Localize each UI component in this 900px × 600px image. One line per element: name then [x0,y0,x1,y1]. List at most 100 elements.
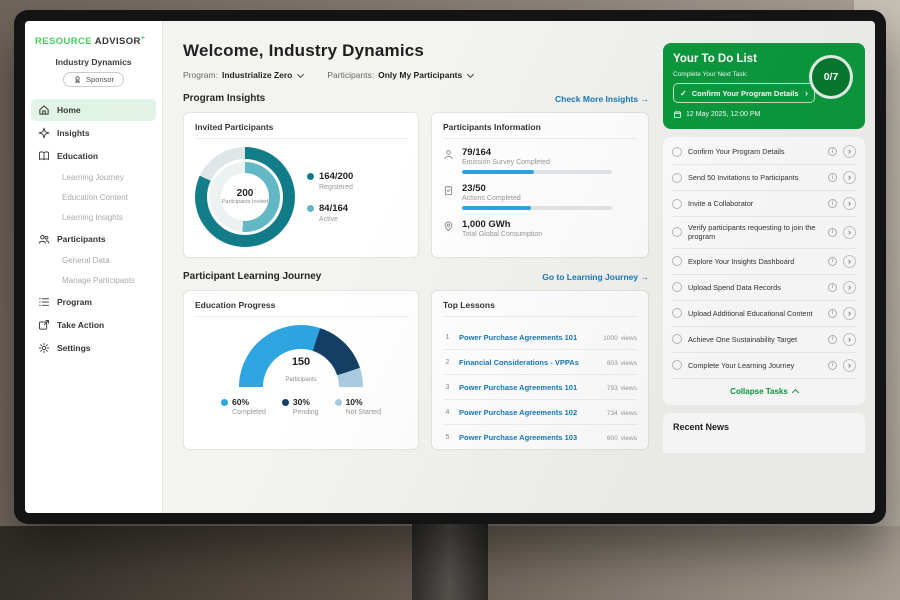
participants-filter[interactable]: Participants: Only My Participants [327,70,473,80]
task-row[interactable]: Upload Additional Educational Content [672,301,856,327]
check-more-insights-link[interactable]: Check More Insights [555,94,649,104]
sidebar-item-participants[interactable]: Participants [31,228,156,250]
lesson-link[interactable]: Power Purchase Agreements 101 [459,383,597,392]
go-to-learning-journey-link[interactable]: Go to Learning Journey [542,272,649,282]
task-checkbox[interactable] [672,282,682,292]
gauge-center-label: 150 Participants [239,356,363,386]
lesson-link[interactable]: Power Purchase Agreements 101 [459,333,593,342]
chevron-right-icon[interactable] [843,359,856,372]
task-checkbox[interactable] [672,199,682,209]
lesson-row: 4 Power Purchase Agreements 102 734views [443,400,637,425]
info-icon[interactable] [828,257,837,266]
info-icon[interactable] [828,335,837,344]
chevron-down-icon [297,70,304,77]
invited-legend-dot [307,205,314,212]
sponsor-badge: Sponsor [63,72,124,87]
next-task-due: 12 May 2025, 12:00 PM [673,110,855,119]
sidebar-item-insights[interactable]: Insights [31,122,156,144]
top-lessons-card: Top Lessons 1 Power Purchase Agreements … [431,290,649,450]
progress-bar [462,170,612,174]
sidebar-item-learning-insights[interactable]: Learning Insights [31,208,156,227]
chevron-right-icon [805,88,808,98]
chevron-right-icon[interactable] [843,333,856,346]
learning-journey-header: Participant Learning Journey Go to Learn… [183,271,649,282]
task-row[interactable]: Upload Spend Data Records [672,275,856,301]
invited-participants-donut: 200 Participants Invited [195,147,295,247]
legend-active: 84/164 Active [307,203,353,223]
chevron-right-icon[interactable] [843,171,856,184]
task-row[interactable]: Invite a Collaborator [672,191,856,217]
sidebar-item-education-content[interactable]: Education Content [31,188,156,207]
section-title: Participant Learning Journey [183,271,321,282]
task-row[interactable]: Explore Your Insights Dashboard [672,249,856,275]
sidebar-item-education[interactable]: Education [31,145,156,167]
task-checkbox[interactable] [672,308,682,318]
lesson-row: 3 Power Purchase Agreements 101 793views [443,375,637,400]
task-row[interactable]: Verify participants requesting to join t… [672,217,856,249]
info-progress-fill [462,206,531,210]
collapse-tasks-button[interactable]: Collapse Tasks [672,379,856,403]
sidebar-item-settings[interactable]: Settings [31,337,156,359]
sidebar-item-learning-journey[interactable]: Learning Journey [31,168,156,187]
sidebar-item-general-data[interactable]: General Data [31,251,156,270]
education-legend-dot [221,399,228,406]
chevron-right-icon[interactable] [843,226,856,239]
chevron-up-icon [792,389,799,396]
monitor: RESOURCE ADVISOR+ Industry Dynamics Spon… [14,10,886,524]
calendar-icon [673,110,682,119]
legend-pending: 30% Pending [282,397,319,416]
program-insights-header: Program Insights Check More Insights [183,93,649,104]
lesson-link[interactable]: Financial Considerations - VPPAs [459,358,597,367]
gauge-legend: 60% Completed 30% Pending 10% [221,397,381,416]
home-icon [38,104,50,116]
info-icon[interactable] [828,228,837,237]
emission-survey-row: 79/164 Emission Survey Completed [443,147,637,174]
info-icon[interactable] [828,173,837,182]
task-checkbox[interactable] [672,227,682,237]
task-checkbox[interactable] [672,360,682,370]
task-row[interactable]: Send 50 Invitations to Participants [672,165,856,191]
program-filter[interactable]: Program: Industrialize Zero [183,70,303,80]
progress-bar [462,206,612,210]
task-checkbox[interactable] [672,173,682,183]
todo-panel: Your To Do List 0/7 Complete Your Next T… [663,21,875,513]
lesson-link[interactable]: Power Purchase Agreements 102 [459,408,597,417]
task-row[interactable]: Confirm Your Program Details [672,139,856,165]
sidebar-nav: Home Insights Education Learning Journey… [25,99,162,359]
chevron-right-icon[interactable] [843,255,856,268]
task-checkbox[interactable] [672,256,682,266]
page-title: Welcome, Industry Dynamics [183,41,649,61]
chevron-right-icon[interactable] [843,281,856,294]
task-checkbox[interactable] [672,147,682,157]
sidebar-item-program[interactable]: Program [31,291,156,313]
donut-legend: 164/200 Registered 84/164 Active [307,171,353,223]
task-row[interactable]: Achieve One Sustainability Target [672,327,856,353]
info-icon[interactable] [828,199,837,208]
info-icon[interactable] [828,309,837,318]
sidebar-item-manage-participants[interactable]: Manage Participants [31,271,156,290]
info-icon[interactable] [828,361,837,370]
insights-cards: Invited Participants 200 Participants In… [183,112,649,258]
next-task-pill[interactable]: Confirm Your Program Details [673,83,815,103]
info-icon[interactable] [828,283,837,292]
sidebar-item-take-action[interactable]: Take Action [31,314,156,336]
donut-center-label: 200 Participants Invited [221,173,269,221]
recent-news-title: Recent News [673,422,729,432]
education-legend-dot [282,399,289,406]
chevron-right-icon[interactable] [843,307,856,320]
task-row[interactable]: Complete Your Learning Journey [672,353,856,379]
medal-icon [73,75,82,84]
chevron-right-icon[interactable] [843,145,856,158]
chevron-right-icon[interactable] [843,197,856,210]
global-consumption-row: 1,000 GWh Total Global Consumption [443,219,637,238]
invited-legend-dot [307,173,314,180]
task-checkbox[interactable] [672,334,682,344]
section-title: Program Insights [183,93,265,104]
lesson-row: 1 Power Purchase Agreements 101 1000view… [443,325,637,350]
recent-news-card: Recent News [663,413,865,453]
invited-participants-card: Invited Participants 200 Participants In… [183,112,419,258]
chevron-down-icon [467,70,474,77]
lesson-link[interactable]: Power Purchase Agreements 103 [459,433,597,442]
sidebar-item-home[interactable]: Home [31,99,156,121]
info-icon[interactable] [828,147,837,156]
